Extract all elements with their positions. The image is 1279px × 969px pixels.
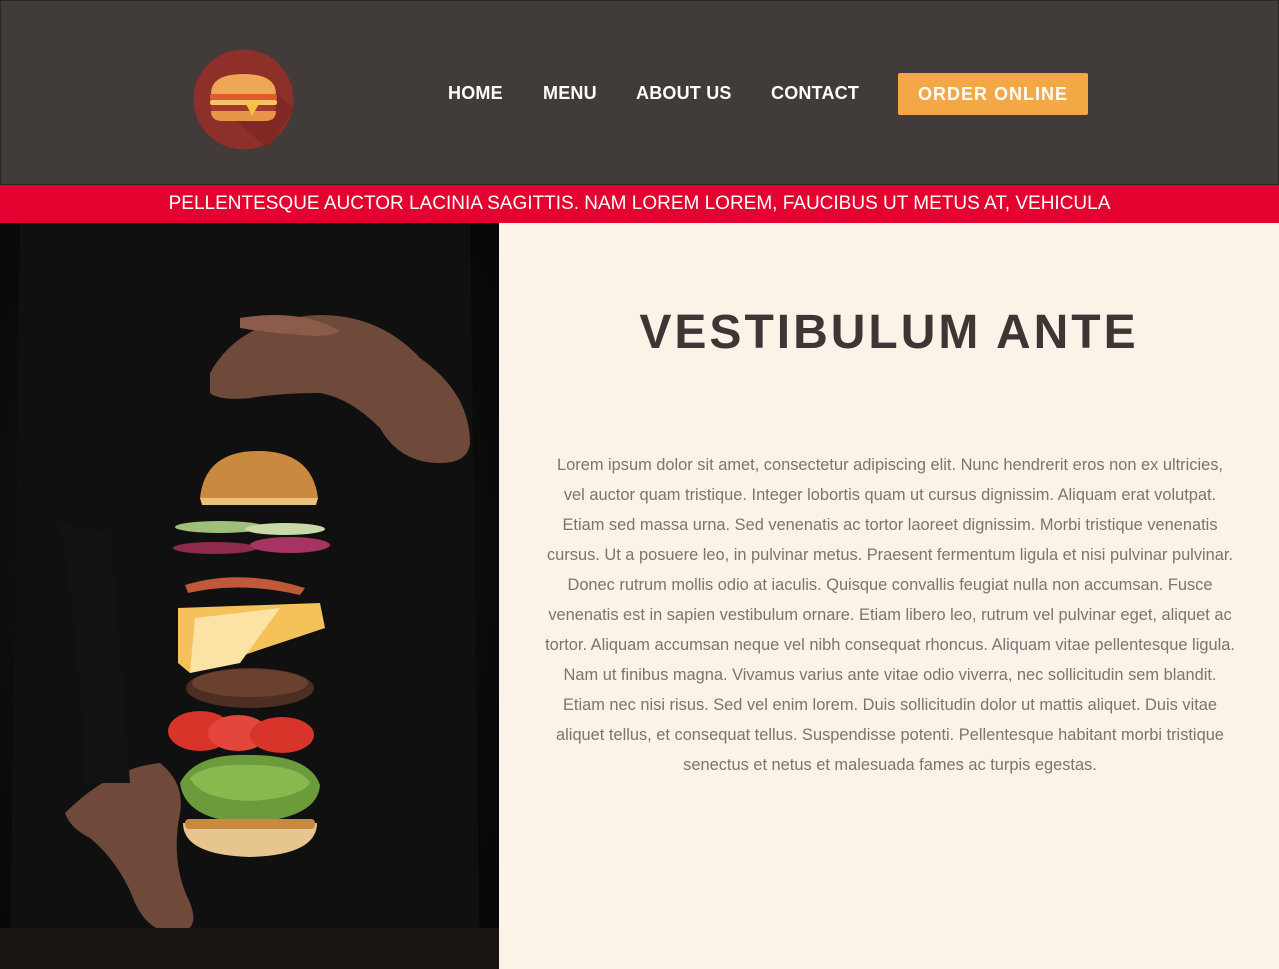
hero-title: VESTIBULUM ANTE [639, 306, 1139, 359]
nav-home-link[interactable]: HOME [448, 83, 503, 104]
hero-content: VESTIBULUM ANTE Lorem ipsum dolor sit am… [499, 223, 1279, 969]
nav-about-link[interactable]: ABOUT US [636, 83, 732, 104]
nav-contact-link[interactable]: CONTACT [771, 83, 859, 104]
announcement-ticker: PELLENTESQUE AUCTOR LACINIA SAGITTIS. NA… [0, 185, 1279, 223]
nav-menu-link[interactable]: MENU [543, 83, 597, 104]
site-header: HOME MENU ABOUT US CONTACT ORDER ONLINE [0, 0, 1279, 185]
order-online-button[interactable]: ORDER ONLINE [898, 73, 1088, 115]
floating-burger-photo [0, 223, 499, 969]
hero-body-text: Lorem ipsum dolor sit amet, consectetur … [545, 456, 1235, 774]
ticker-text: PELLENTESQUE AUCTOR LACINIA SAGITTIS. NA… [168, 193, 1111, 214]
